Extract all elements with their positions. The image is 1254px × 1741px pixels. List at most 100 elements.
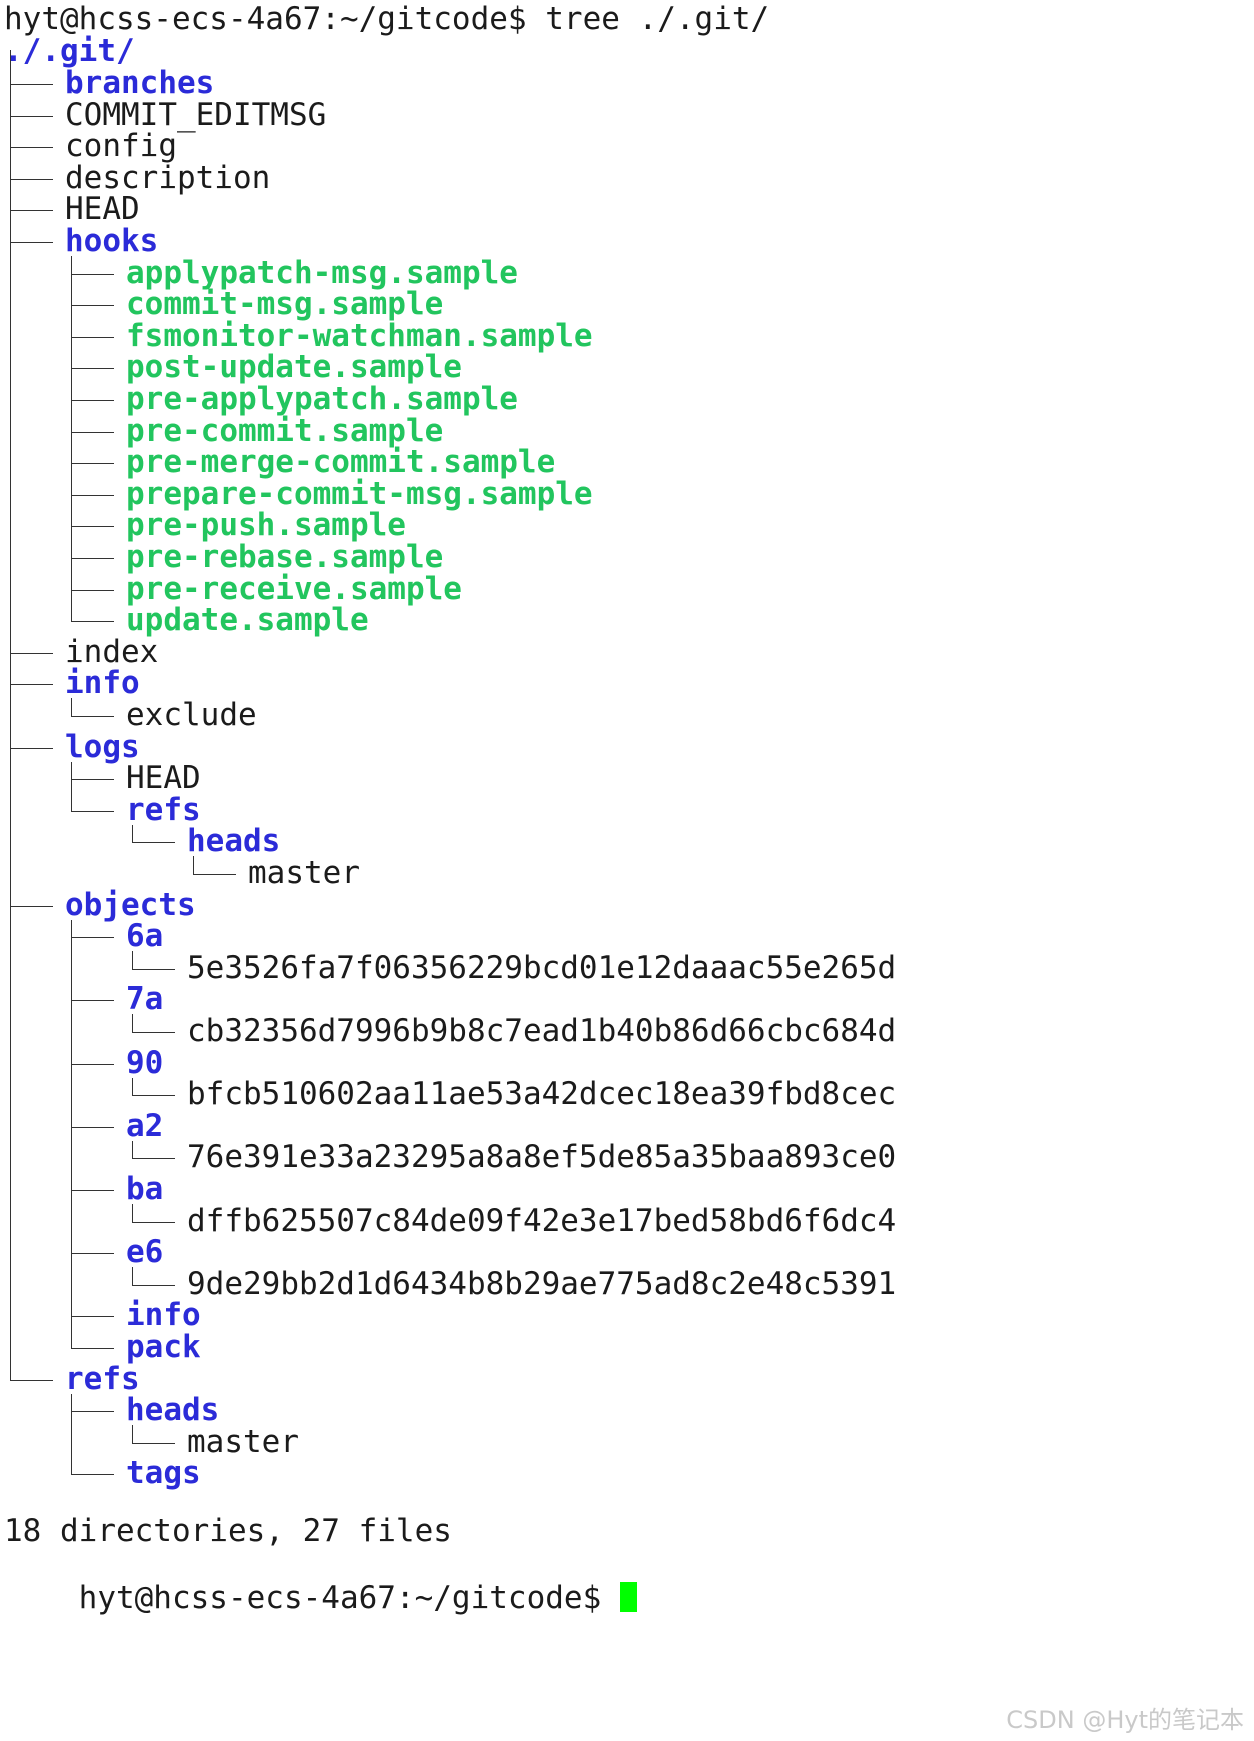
tree-connector-vertical <box>71 1411 72 1475</box>
tree-connector-vertical <box>71 431 72 464</box>
tree-connector-vertical <box>10 50 11 84</box>
tree-connector-horizontal <box>71 1474 114 1476</box>
tree-connector-horizontal <box>71 431 114 433</box>
tree-connector-horizontal <box>10 210 53 212</box>
tree-entry-dir: ba <box>126 1171 164 1207</box>
summary-line: 18 directories, 27 files <box>4 1513 452 1549</box>
tree-root: ./.git/ <box>4 33 135 69</box>
tree-connector-vertical <box>71 589 72 622</box>
tree-connector-vertical <box>71 1393 72 1412</box>
tree-connector-vertical <box>132 1204 133 1222</box>
tree-entry-dir: 7a <box>126 981 164 1018</box>
tree-connector-vertical <box>71 558 72 590</box>
tree-connector-horizontal <box>71 1000 114 1002</box>
tree-entry-file: bfcb510602aa11ae53a42dcec18ea39fbd8cec <box>187 1076 897 1113</box>
tree-connector-vertical <box>10 242 11 653</box>
tree-connector-horizontal <box>10 652 53 654</box>
tree-connector-horizontal <box>132 1221 175 1223</box>
tree-entry-file: 76e391e33a23295a8a8ef5de85a35baa893ce0 <box>187 1139 897 1176</box>
tree-connector-horizontal <box>132 842 175 844</box>
tree-connector-horizontal <box>71 810 114 812</box>
tree-connector-horizontal <box>71 336 114 338</box>
tree-entry-exe: pre-rebase.sample <box>126 539 444 575</box>
tree-entry-file: config <box>65 128 177 165</box>
tree-connector-vertical <box>71 494 72 527</box>
tree-connector-vertical <box>71 761 72 780</box>
tree-connector-horizontal <box>10 747 53 749</box>
tree-connector-horizontal <box>71 273 114 275</box>
tree-connector-vertical <box>71 368 72 400</box>
tree-connector-vertical <box>132 1077 133 1096</box>
tree-connector-vertical <box>71 698 72 716</box>
tree-connector-vertical <box>71 1126 72 1190</box>
tree-entry-dir: tags <box>126 1455 201 1492</box>
tree-connector-horizontal <box>132 1032 175 1033</box>
tree-connector-vertical <box>132 1140 133 1159</box>
tree-entry-file: HEAD <box>126 760 201 797</box>
tree-connector-horizontal <box>71 1411 114 1413</box>
tree-entry-exe: commit-msg.sample <box>126 286 444 323</box>
tree-connector-vertical <box>71 256 72 274</box>
tree-connector-horizontal <box>10 147 53 149</box>
tree-entry-file: 5e3526fa7f06356229bcd01e12daaac55e265d <box>187 949 897 986</box>
tree-connector-vertical <box>71 1190 72 1254</box>
terminal-window[interactable]: hyt@hcss-ecs-4a67:~/gitcode$ tree ./.git… <box>0 0 1254 1741</box>
final-prompt-line[interactable]: hyt@hcss-ecs-4a67:~/gitcode$ <box>4 1546 637 1616</box>
tree-connector-horizontal <box>193 874 236 875</box>
tree-connector-vertical <box>71 463 72 495</box>
tree-connector-horizontal <box>71 558 114 559</box>
tree-connector-horizontal <box>10 684 53 686</box>
tree-connector-horizontal <box>10 84 53 85</box>
tree-connector-vertical <box>71 273 72 306</box>
tree-connector-vertical <box>132 1267 133 1285</box>
tree-connector-vertical <box>71 336 72 369</box>
tree-connector-vertical <box>10 115 11 148</box>
tree-connector-horizontal <box>10 905 53 907</box>
tree-connector-horizontal <box>132 968 175 970</box>
tree-connector-vertical <box>132 824 133 843</box>
tree-connector-horizontal <box>71 400 114 401</box>
tree-entry-file: master <box>187 1423 299 1460</box>
tree-entry-file: 9de29bb2d1d6434b8b29ae775ad8c2e48c5391 <box>187 1265 897 1302</box>
tree-entry-file: cb32356d7996b9b8c7ead1b40b86d66cbc684d <box>187 1013 897 1049</box>
tree-entry-exe: pre-applypatch.sample <box>126 381 518 417</box>
tree-entry-dir: a2 <box>126 1107 164 1144</box>
tree-connector-vertical <box>10 210 11 242</box>
tree-connector-horizontal <box>132 1095 175 1097</box>
tree-connector-vertical <box>132 951 133 969</box>
tree-connector-horizontal <box>71 716 114 717</box>
tree-connector-vertical <box>10 652 11 685</box>
tree-connector-horizontal <box>71 1316 114 1318</box>
tree-connector-horizontal <box>10 242 53 243</box>
tree-connector-vertical <box>71 1000 72 1064</box>
tree-entry-file: dffb625507c84de09f42e3e17bed58bd6f6dc4 <box>187 1202 897 1239</box>
tree-connector-vertical <box>132 1425 133 1443</box>
tree-connector-vertical <box>132 1014 133 1032</box>
tree-connector-vertical <box>71 1063 72 1127</box>
tree-connector-horizontal <box>71 305 114 307</box>
tree-connector-vertical <box>71 400 72 432</box>
watermark-text: CSDN @Hyt的笔记本 <box>1006 1706 1244 1734</box>
tree-connector-horizontal <box>71 463 114 465</box>
tree-entry-dir: e6 <box>126 1234 164 1271</box>
tree-connector-vertical <box>71 779 72 811</box>
tree-entry-exe: update.sample <box>126 602 369 639</box>
tree-connector-vertical <box>10 684 11 748</box>
tree-connector-vertical <box>10 747 11 906</box>
tree-connector-vertical <box>193 856 194 874</box>
tree-connector-horizontal <box>132 1442 175 1444</box>
tree-connector-vertical <box>71 1253 72 1317</box>
tree-connector-horizontal <box>10 115 53 117</box>
tree-entry-dir: pack <box>126 1329 201 1365</box>
tree-connector-horizontal <box>71 1348 114 1349</box>
tree-connector-horizontal <box>10 178 53 180</box>
tree-entry-file: exclude <box>126 697 257 733</box>
tree-connector-vertical <box>71 305 72 337</box>
tree-connector-vertical <box>71 526 72 558</box>
tree-connector-horizontal <box>71 526 114 528</box>
tree-entry-dir: branches <box>65 65 215 101</box>
tree-connector-horizontal <box>10 1379 53 1381</box>
tree-entry-file: master <box>248 855 360 891</box>
tree-connector-vertical <box>10 905 11 1380</box>
tree-connector-horizontal <box>71 589 114 591</box>
